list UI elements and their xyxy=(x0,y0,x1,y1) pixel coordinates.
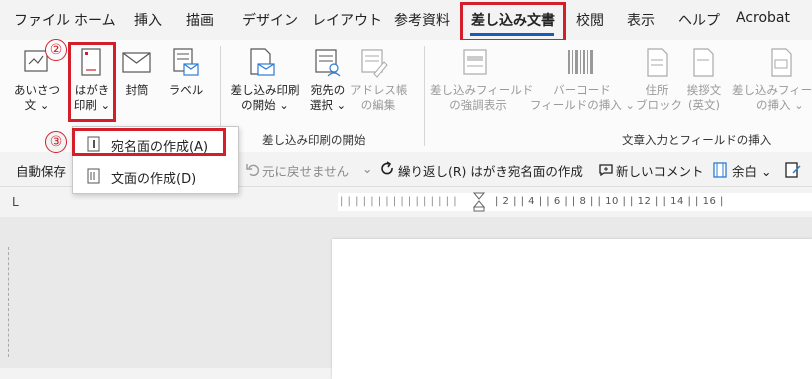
indent-marker-icon[interactable] xyxy=(473,192,485,212)
highlight-merge-fields-button[interactable]: 差し込みフィールド の強調表示 xyxy=(430,83,533,113)
start-mail-merge-button[interactable]: 差し込み印刷 の開始 ⌄ xyxy=(230,83,300,113)
new-comment-icon xyxy=(599,164,613,176)
tab-references[interactable]: 参考資料 xyxy=(394,10,450,30)
document-page[interactable] xyxy=(332,239,812,379)
group-label-write-insert: 文章入力とフィールドの挿入 xyxy=(622,133,772,147)
labels-icon xyxy=(173,48,199,76)
ruler-ticks-left: | | | | | | | | | | | | | | | | xyxy=(340,196,458,207)
tab-draw[interactable]: 描画 xyxy=(186,10,214,30)
annotation-3: ③ xyxy=(45,131,67,153)
edit-recipient-list-button[interactable]: アドレス帳 の編集 xyxy=(350,83,408,113)
page-setup-icon[interactable] xyxy=(784,161,802,179)
new-comment-button[interactable]: 新しいコメント xyxy=(616,161,704,180)
tab-home[interactable]: ホーム xyxy=(74,10,116,30)
annotation-2: ② xyxy=(45,39,67,61)
tab-view[interactable]: 表示 xyxy=(627,10,655,30)
barcode-icon xyxy=(568,50,593,74)
undo-dropdown-icon[interactable]: ⌄ xyxy=(362,161,372,176)
repeat-button[interactable]: 繰り返し(R) はがき宛名面の作成 xyxy=(398,161,583,180)
ribbon-tab-bar: ファイル ホーム 挿入 描画 デザイン レイアウト 参考資料 差し込み文書 校閲… xyxy=(0,0,812,40)
tab-help[interactable]: ヘルプ xyxy=(678,10,720,30)
envelope-button[interactable]: 封筒 xyxy=(120,83,154,98)
tab-file[interactable]: ファイル xyxy=(14,10,70,30)
envelope-icon xyxy=(122,52,151,73)
greeting-line-button[interactable]: 挨拶文 (英文) xyxy=(682,83,726,113)
address-block-icon xyxy=(647,48,668,77)
autosave-label[interactable]: 自動保存 xyxy=(16,161,66,180)
address-block-button[interactable]: 住所 ブロック xyxy=(636,83,682,113)
tab-selector-icon[interactable]: L xyxy=(12,195,19,209)
highlight-box-mailings-tab xyxy=(460,2,566,42)
menu-item-message-side[interactable]: 文面の作成(D) xyxy=(75,163,234,189)
document-area xyxy=(0,217,812,379)
margins-icon xyxy=(713,162,727,178)
labels-button[interactable]: ラベル xyxy=(166,83,206,98)
vertical-ruler xyxy=(8,247,19,357)
edit-list-icon xyxy=(361,49,388,78)
select-recipients-icon xyxy=(315,49,341,77)
group-separator xyxy=(424,46,425,146)
ruler-marks: | 2 | | 4 | | 6 | | 8 | | 10 | | 12 | | … xyxy=(495,196,724,207)
undo-icon xyxy=(246,164,260,176)
highlight-fields-icon xyxy=(463,49,487,75)
insert-merge-field-button[interactable]: 差し込みフィー の挿入 ⌄ xyxy=(732,83,812,113)
barcode-field-button[interactable]: バーコード フィールドの挿入 ⌄ xyxy=(530,83,635,113)
insert-merge-field-icon xyxy=(771,48,792,77)
group-label-start-merge: 差し込み印刷の開始 xyxy=(262,133,366,147)
tab-insert[interactable]: 挿入 xyxy=(134,10,162,30)
tab-layout[interactable]: レイアウト xyxy=(312,10,382,30)
margins-button[interactable]: 余白 ⌄ xyxy=(732,161,771,180)
highlight-box-address-side xyxy=(72,128,226,156)
tab-review[interactable]: 校閲 xyxy=(576,10,604,30)
start-merge-icon xyxy=(250,48,275,76)
select-recipients-button[interactable]: 宛先の 選択 ⌄ xyxy=(306,83,350,113)
greeting-button[interactable]: あいさつ 文 ⌄ xyxy=(10,83,64,113)
tab-acrobat[interactable]: Acrobat xyxy=(736,10,790,26)
repeat-icon xyxy=(381,161,393,175)
undo-button[interactable]: 元に戻せません xyxy=(262,161,349,180)
tab-design[interactable]: デザイン xyxy=(242,10,298,30)
highlight-box-postcard-print xyxy=(68,42,116,122)
greeting-line-icon xyxy=(693,48,714,77)
message-side-icon xyxy=(87,168,100,184)
